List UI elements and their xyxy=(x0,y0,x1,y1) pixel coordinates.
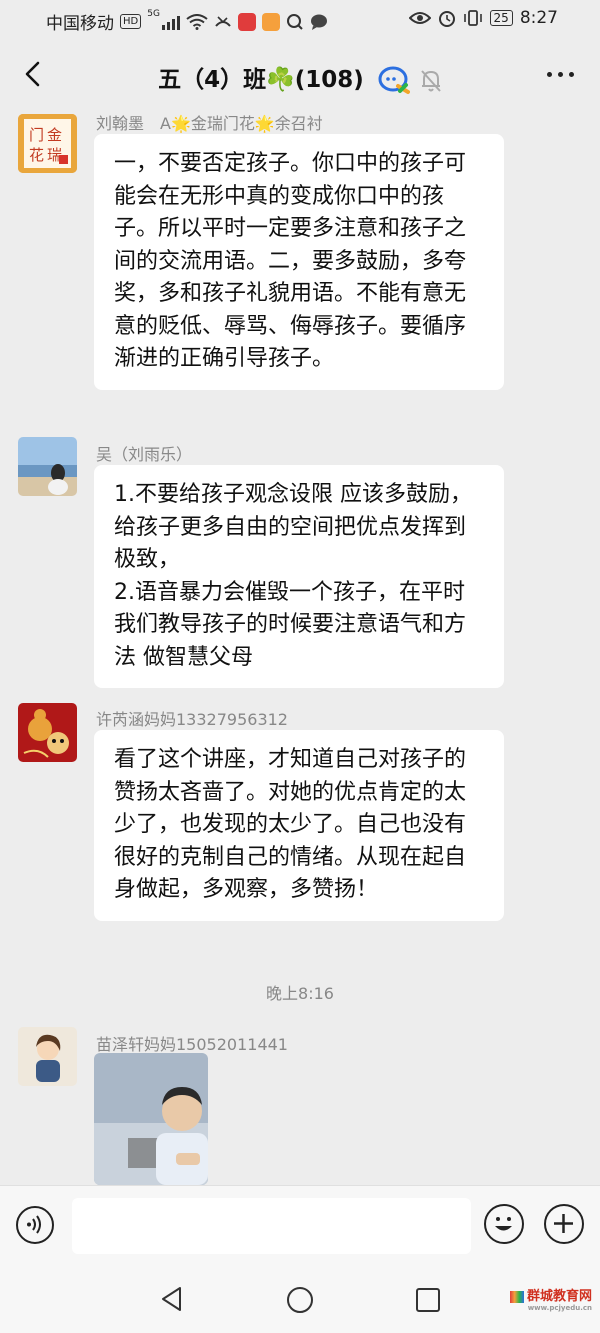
group-chat-icon xyxy=(378,66,410,94)
sender-name: 吴（刘雨乐） xyxy=(96,445,193,464)
message-input[interactable] xyxy=(72,1198,471,1254)
svg-text:金: 金 xyxy=(47,126,62,144)
cartoon-girl-avatar[interactable] xyxy=(18,1027,77,1086)
svg-text:花: 花 xyxy=(29,146,44,164)
carrier-label: 中国移动 xyxy=(46,14,114,34)
svg-text:门: 门 xyxy=(29,126,44,144)
watermark-url: www.pcjyedu.cn xyxy=(527,1304,592,1312)
hd-icon: HD xyxy=(120,14,142,29)
chat-title: 五（4）班☘️(108) xyxy=(158,67,364,93)
battery-icon: 25 xyxy=(489,10,513,26)
calligraphy-avatar[interactable]: 门金花瑞 xyxy=(18,114,77,173)
voice-input-icon[interactable] xyxy=(16,1206,54,1244)
message-bubble[interactable]: 看了这个讲座，才知道自己对孩子的赞扬太吝啬了。对她的优点肯定的太少了，也发现的太… xyxy=(94,730,504,921)
alarm-icon xyxy=(438,11,455,27)
chat-header: 五（4）班☘️(108) xyxy=(0,40,600,112)
time-divider: 晚上8:16 xyxy=(266,984,334,1003)
beach-avatar[interactable] xyxy=(18,437,77,496)
emoji-icon[interactable] xyxy=(484,1204,524,1244)
search-bubble-icon xyxy=(286,13,303,30)
app-notification-icon xyxy=(237,12,256,31)
system-nav-bar: 群城教育网 www.pcjyedu.cn xyxy=(0,1265,600,1333)
message-bubble[interactable]: 1.不要给孩子观念设限 应该多鼓励，给孩子更多自由的空间把优点发挥到极致， 2.… xyxy=(94,465,504,688)
signal-icon xyxy=(161,14,180,30)
child-photo[interactable] xyxy=(94,1053,208,1185)
nav-home-icon[interactable] xyxy=(285,1285,315,1315)
watermark-text: 群城教育网 xyxy=(526,1289,592,1304)
video-app-icon xyxy=(261,12,280,31)
input-bar xyxy=(0,1185,600,1266)
sender-name: 刘翰墨 A🌟金瑞门花🌟余召衬 xyxy=(96,114,323,133)
watermark-logo: 群城教育网 www.pcjyedu.cn xyxy=(509,1285,592,1312)
missed-call-icon xyxy=(215,15,231,27)
chat-notification-icon xyxy=(310,14,327,30)
nav-recents-icon[interactable] xyxy=(414,1286,442,1314)
vibrate-icon xyxy=(463,10,482,26)
add-attachment-icon[interactable] xyxy=(544,1204,584,1244)
wifi-icon xyxy=(186,13,208,30)
more-options-icon[interactable] xyxy=(547,72,574,77)
clock: 8:27 xyxy=(519,8,558,28)
sender-name: 许芮涵妈妈13327956312 xyxy=(96,710,288,729)
eye-icon xyxy=(408,12,431,24)
message-bubble[interactable]: 一，不要否定孩子。你口中的孩子可能会在无形中真的变成你口中的孩子。所以平时一定要… xyxy=(94,134,504,390)
gourd-avatar[interactable] xyxy=(18,703,77,762)
nav-back-icon[interactable] xyxy=(158,1285,186,1313)
sender-name: 苗泽轩妈妈15052011441 xyxy=(96,1035,288,1054)
mute-bell-icon xyxy=(421,69,441,92)
network-type: 5G xyxy=(147,9,160,19)
status-bar: 中国移动 HD 5G 25 8:27 xyxy=(0,0,600,40)
